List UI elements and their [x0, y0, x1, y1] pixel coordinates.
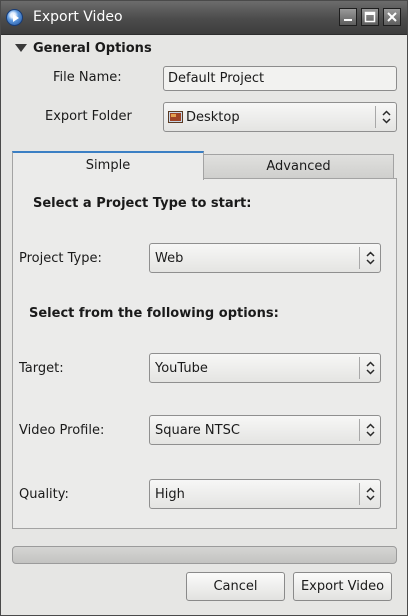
- general-options-header[interactable]: General Options: [33, 41, 152, 56]
- combo-arrows-icon: [366, 487, 375, 501]
- cancel-button[interactable]: Cancel: [186, 572, 285, 601]
- combo-arrows-icon: [382, 110, 391, 124]
- video-profile-select[interactable]: Square NTSC: [149, 415, 381, 445]
- close-button[interactable]: [383, 8, 401, 26]
- quality-label: Quality:: [19, 487, 69, 502]
- project-type-value: Web: [155, 251, 184, 266]
- quality-value: High: [155, 487, 185, 502]
- tab-advanced[interactable]: Advanced: [203, 154, 394, 179]
- video-profile-value: Square NTSC: [155, 423, 240, 438]
- combo-arrows-icon: [366, 251, 375, 265]
- quality-select[interactable]: High: [149, 479, 381, 509]
- project-type-heading: Select a Project Type to start:: [33, 196, 252, 211]
- export-video-button[interactable]: Export Video: [293, 572, 392, 601]
- export-folder-value: Desktop: [186, 110, 240, 125]
- app-play-icon: [6, 9, 23, 26]
- project-type-label: Project Type:: [19, 251, 102, 266]
- window-title: Export Video: [33, 9, 123, 25]
- expander-triangle-icon[interactable]: [15, 44, 27, 52]
- combo-arrows-icon: [366, 361, 375, 375]
- video-profile-label: Video Profile:: [19, 423, 105, 438]
- project-type-select[interactable]: Web: [149, 243, 381, 273]
- minimize-icon: [344, 19, 352, 21]
- file-name-label: File Name:: [53, 70, 122, 85]
- export-folder-select[interactable]: Desktop: [163, 102, 397, 132]
- export-folder-label: Export Folder: [45, 109, 132, 124]
- maximize-icon: [364, 11, 376, 23]
- close-icon: [387, 12, 397, 22]
- folder-icon: [168, 111, 183, 123]
- tab-simple[interactable]: Simple: [12, 151, 204, 180]
- file-name-field[interactable]: [163, 66, 397, 91]
- export-progress-bar: [12, 546, 397, 564]
- target-label: Target:: [19, 361, 64, 376]
- options-heading: Select from the following options:: [29, 306, 279, 321]
- combo-arrows-icon: [366, 423, 375, 437]
- minimize-button[interactable]: [339, 8, 357, 26]
- target-select[interactable]: YouTube: [149, 353, 381, 383]
- export-video-window: Export Video General Options File Name: …: [0, 0, 408, 616]
- target-value: YouTube: [155, 361, 208, 376]
- title-bar[interactable]: Export Video: [1, 1, 407, 35]
- maximize-button[interactable]: [361, 8, 379, 26]
